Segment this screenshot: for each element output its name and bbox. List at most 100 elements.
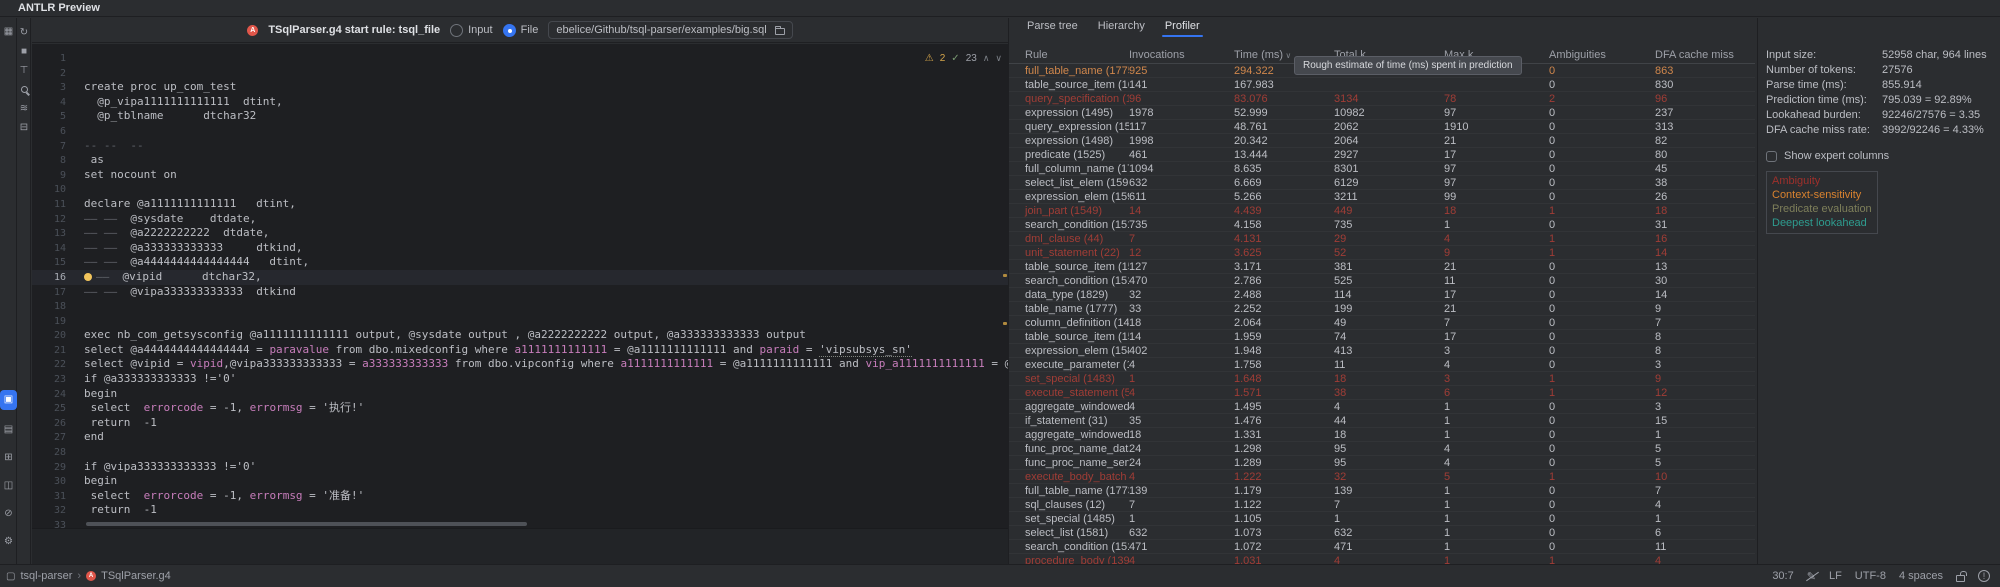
line-ending[interactable]: LF: [1829, 570, 1842, 582]
project-icon[interactable]: ▦: [1, 24, 16, 39]
breadcrumb-project[interactable]: tsql-parser: [20, 570, 72, 582]
profiler-row[interactable]: table_source_item (16...141167.9830830: [1009, 78, 1755, 92]
code-line[interactable]: 1: [32, 51, 1008, 66]
inspection-widget[interactable]: ⚠2 ✓23 ∧∨: [925, 53, 1002, 64]
tokens-icon[interactable]: ≋: [18, 102, 31, 116]
code-line[interactable]: 16—— @vipid dtchar32,: [32, 270, 1008, 285]
refresh-icon[interactable]: ↻: [18, 26, 31, 40]
code-line[interactable]: 24begin: [32, 387, 1008, 402]
build-icon[interactable]: ⊞: [1, 450, 16, 465]
profiler-row[interactable]: func_proc_name_data...241.29895405: [1009, 442, 1755, 456]
code-line[interactable]: 12—— —— @sysdate dtdate,: [32, 212, 1008, 227]
profiler-row[interactable]: predicate (1525)46113.444292717080: [1009, 148, 1755, 162]
code-line[interactable]: 29if @vipa333333333333 !='0': [32, 460, 1008, 475]
input-radio[interactable]: Input: [450, 24, 492, 37]
profiler-row[interactable]: query_specification (1...9683.0763134782…: [1009, 92, 1755, 106]
profiler-row[interactable]: execute_body_batch (...41.222325110: [1009, 470, 1755, 484]
profiler-row[interactable]: aggregate_windowed...181.33118101: [1009, 428, 1755, 442]
code-line[interactable]: 22select @vipid = vipid,@vipa33333333333…: [32, 357, 1008, 372]
column-header[interactable]: Rule: [1009, 48, 1129, 63]
code-line[interactable]: 5 @p_tblname dtchar32: [32, 109, 1008, 124]
profiler-row[interactable]: full_table_name (1773)1391.179139107: [1009, 484, 1755, 498]
layout-icon[interactable]: ⊟: [18, 121, 31, 135]
profiler-row[interactable]: if_statement (31)351.476441015: [1009, 414, 1755, 428]
column-header[interactable]: DFA cache miss: [1655, 48, 1755, 63]
profiler-row[interactable]: column_definition (1421)182.06449707: [1009, 316, 1755, 330]
profiler-row[interactable]: set_special (1483)11.64818319: [1009, 372, 1755, 386]
profiler-row[interactable]: execute_statement (5...41.571386112: [1009, 386, 1755, 400]
window-icon[interactable]: ▢: [6, 571, 15, 582]
profiler-row[interactable]: execute_parameter (1...41.75811403: [1009, 358, 1755, 372]
profiler-row[interactable]: sql_clauses (12)71.1227104: [1009, 498, 1755, 512]
column-header[interactable]: Invocations: [1129, 48, 1234, 63]
code-line[interactable]: 25 select errorcode = -1, errormsg = '执行…: [32, 401, 1008, 416]
chevron-down-icon[interactable]: ∨: [995, 53, 1002, 64]
code-line[interactable]: 26 return -1: [32, 416, 1008, 431]
code-line[interactable]: 23if @a333333333333 !='0': [32, 372, 1008, 387]
code-line[interactable]: 32 return -1: [32, 503, 1008, 518]
tab-parse-tree[interactable]: Parse tree: [1017, 18, 1088, 37]
stop-icon[interactable]: ■: [18, 45, 31, 59]
file-radio-circle[interactable]: [503, 24, 516, 37]
code-line[interactable]: 4 @p_vipa1111111111111 dtint,: [32, 95, 1008, 110]
profiler-row[interactable]: aggregate_windowed...41.4954103: [1009, 400, 1755, 414]
checkbox-icon[interactable]: [1766, 151, 1777, 162]
notifications-icon[interactable]: !: [1978, 570, 1990, 582]
profiler-row[interactable]: search_condition (1516)4711.0724711011: [1009, 540, 1755, 554]
caret-position[interactable]: 30:7: [1772, 570, 1793, 582]
scrollbar-thumb[interactable]: [86, 522, 527, 526]
tab-hierarchy[interactable]: Hierarchy: [1088, 18, 1155, 37]
intention-bulb-icon[interactable]: [84, 273, 92, 281]
search-icon[interactable]: [18, 83, 31, 97]
readonly-pencil-icon[interactable]: ✎: [1807, 570, 1816, 583]
antlr-preview-tool-button[interactable]: ▣: [0, 390, 17, 410]
folder-icon[interactable]: [775, 28, 785, 35]
indent-setting[interactable]: 4 spaces: [1899, 570, 1943, 582]
code-line[interactable]: 9set nocount on: [32, 168, 1008, 183]
problems-icon[interactable]: ⊘: [1, 506, 16, 521]
code-line[interactable]: 17—— —— @vipa333333333333 dtkind: [32, 285, 1008, 300]
profiler-row[interactable]: expression (1495)197852.99910982970237: [1009, 106, 1755, 120]
profiler-row[interactable]: expression_elem (1589)4021.948413308: [1009, 344, 1755, 358]
terminal-icon[interactable]: ◫: [1, 478, 16, 493]
profiler-row[interactable]: select_list_elem (1592)6326.669612997038: [1009, 176, 1755, 190]
error-stripe-mark[interactable]: [1003, 322, 1007, 325]
code-line[interactable]: 13—— —— @a2222222222 dtdate,: [32, 226, 1008, 241]
breadcrumb-file[interactable]: TSqlParser.g4: [101, 570, 171, 582]
code-line[interactable]: 7-- -- --: [32, 139, 1008, 154]
code-line[interactable]: 10: [32, 182, 1008, 197]
profiler-row[interactable]: table_source_item (15...1273.17138121013: [1009, 260, 1755, 274]
profiler-row[interactable]: data_type (1829)322.48811417014: [1009, 288, 1755, 302]
horizontal-scrollbar[interactable]: [84, 522, 1002, 526]
file-path-input[interactable]: ebelice/Github/tsql-parser/examples/big.…: [548, 21, 792, 39]
code-line[interactable]: 19: [32, 314, 1008, 329]
code-line[interactable]: 31 select errorcode = -1, errormsg = '准备…: [32, 489, 1008, 504]
code-line[interactable]: 2: [32, 66, 1008, 81]
code-line[interactable]: 27end: [32, 430, 1008, 445]
code-line[interactable]: 6: [32, 124, 1008, 139]
profiler-row[interactable]: func_proc_name_serv...241.28995405: [1009, 456, 1755, 470]
profiler-row[interactable]: search_condition (1517)4702.78652511030: [1009, 274, 1755, 288]
profiler-row[interactable]: dml_clause (44)74.131294116: [1009, 232, 1755, 246]
code-line[interactable]: 11declare @a1111111111111 dtint,: [32, 197, 1008, 212]
profiler-row[interactable]: join_part (1549)144.43944918118: [1009, 204, 1755, 218]
code-line[interactable]: 28: [32, 445, 1008, 460]
unlocked-padlock-icon[interactable]: [1956, 575, 1965, 582]
input-radio-circle[interactable]: [450, 24, 463, 37]
profiler-row[interactable]: full_column_name (17...10948.63583019704…: [1009, 162, 1755, 176]
profiler-row[interactable]: expression_elem (1590)6115.266321199026: [1009, 190, 1755, 204]
profiler-row[interactable]: table_source_item (15...141.959741708: [1009, 330, 1755, 344]
profiler-row[interactable]: table_name (1777)332.2521992109: [1009, 302, 1755, 316]
profiler-row[interactable]: query_expression (1527)11748.76120621910…: [1009, 120, 1755, 134]
settings-icon[interactable]: ⚙: [1, 534, 16, 549]
structure-icon[interactable]: ▤: [1, 422, 16, 437]
profiler-row[interactable]: unit_statement (22)123.625529114: [1009, 246, 1755, 260]
code-line[interactable]: 21select @a4444444444444444 = paravalue …: [32, 343, 1008, 358]
tab-profiler[interactable]: Profiler: [1155, 18, 1210, 37]
profiler-row[interactable]: expression (1498)199820.342206421082: [1009, 134, 1755, 148]
code-line[interactable]: 18: [32, 299, 1008, 314]
error-stripe-mark[interactable]: [1003, 274, 1007, 277]
code-line[interactable]: 8 as: [32, 153, 1008, 168]
profiler-row[interactable]: procedure_body (139...41.0314114: [1009, 554, 1755, 564]
chevron-up-icon[interactable]: ∧: [983, 53, 990, 64]
